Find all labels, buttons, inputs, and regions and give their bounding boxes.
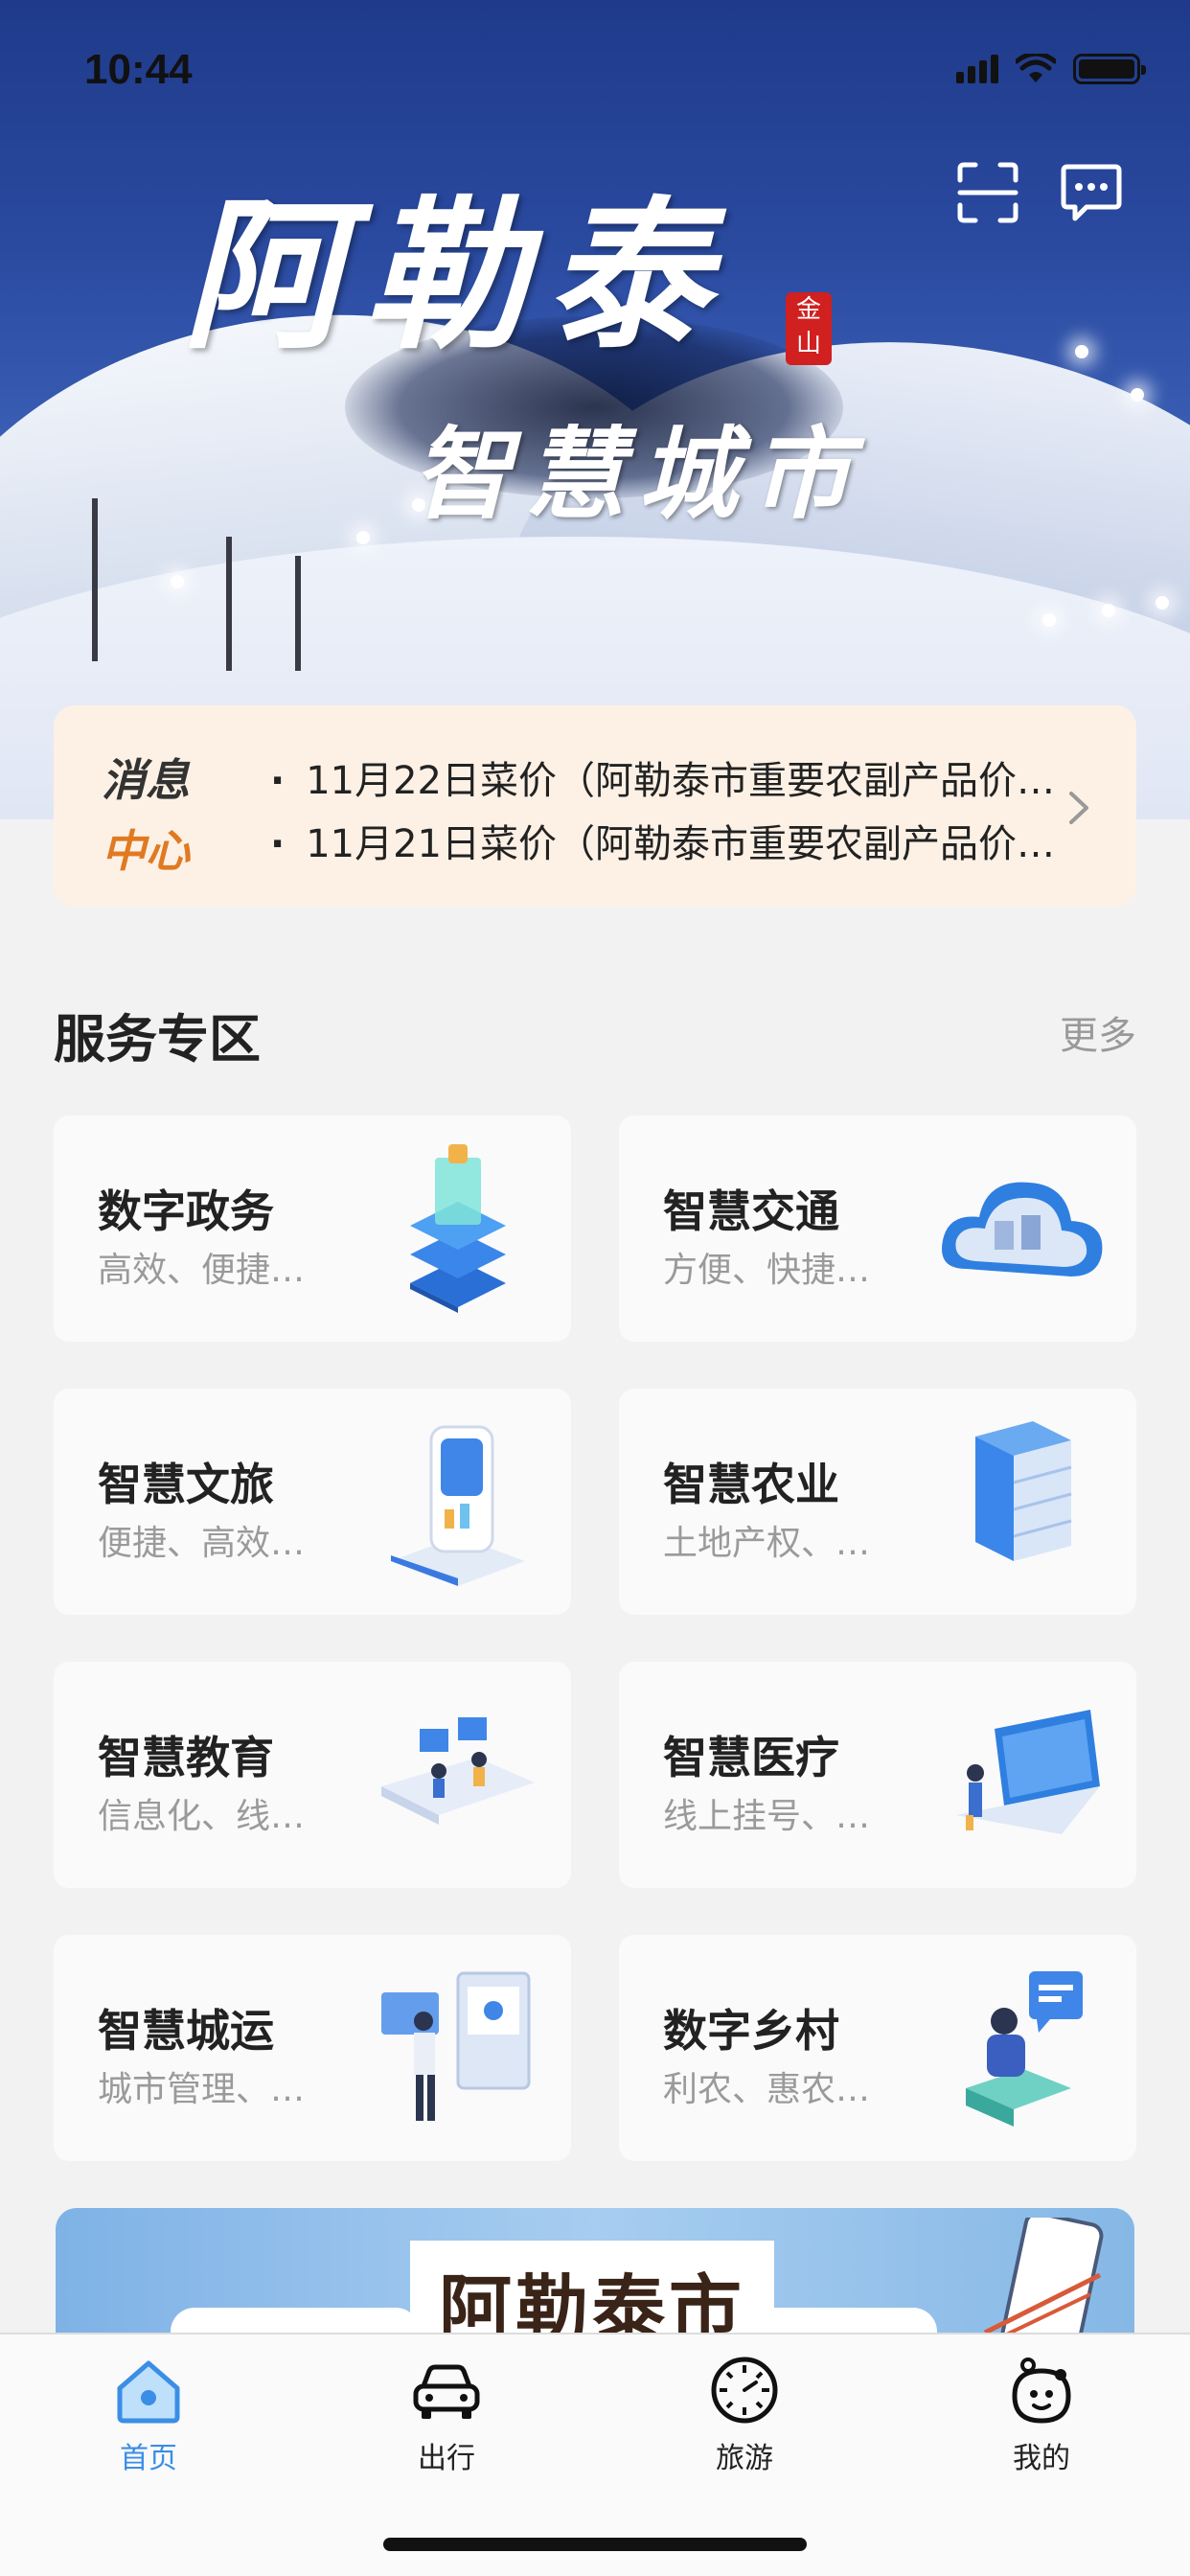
card-title: 智慧城运: [98, 2005, 274, 2057]
tab-label: 旅游: [716, 2442, 773, 2475]
service-card-smart-city-operation[interactable]: 智慧城运 城市管理、…: [54, 1935, 571, 2161]
lamp-light: [1075, 345, 1088, 358]
card-title: 数字政务: [98, 1185, 274, 1237]
card-subtitle: 高效、便捷…: [98, 1251, 306, 1290]
cellular-signal-icon: [956, 55, 998, 83]
card-title: 数字乡村: [663, 2005, 839, 2057]
classroom-desk-icon: [381, 1717, 535, 1825]
profile-icon: [1012, 2358, 1071, 2424]
lamp-light: [1156, 596, 1169, 610]
lamp-light: [1042, 613, 1056, 627]
tab-home[interactable]: 首页: [72, 2354, 225, 2476]
car-icon: [413, 2364, 480, 2419]
tab-tourism[interactable]: 旅游: [668, 2354, 821, 2476]
service-card-smart-medical[interactable]: 智慧医疗 线上挂号、…: [619, 1662, 1136, 1888]
tab-travel[interactable]: 出行: [370, 2354, 523, 2476]
card-title: 智慧医疗: [663, 1732, 839, 1783]
card-subtitle: 利农、惠农…: [663, 2070, 871, 2109]
card-subtitle: 方便、快捷…: [663, 1251, 871, 1290]
lamp-light: [356, 531, 370, 544]
card-title: 智慧农业: [663, 1459, 839, 1510]
battery-icon: [1073, 54, 1146, 84]
phone-kiosk-icon: [391, 1425, 525, 1586]
seal-stamp: 金山: [786, 292, 832, 365]
laptop-icon: [956, 1710, 1100, 1834]
card-subtitle: 便捷、高效…: [98, 1524, 306, 1563]
wifi-icon: [1016, 54, 1056, 82]
card-title: 智慧教育: [98, 1732, 274, 1783]
home-icon: [117, 2360, 180, 2424]
lamp-pole: [226, 537, 232, 671]
message-center-label: 消息: [102, 754, 190, 806]
tab-label: 首页: [120, 2442, 177, 2475]
message-center-label-highlight: 中心: [102, 825, 190, 877]
status-icons: [956, 54, 1146, 84]
reading-person-icon: [966, 1971, 1083, 2127]
tab-label: 出行: [418, 2442, 475, 2475]
service-card-smart-traffic[interactable]: 智慧交通 方便、快捷…: [619, 1116, 1136, 1342]
kiosk-worker-icon: [381, 1971, 531, 2121]
notice-item[interactable]: 11月22日菜价（阿勒泰市重要农副产品价格）: [270, 749, 1075, 805]
scan-icon[interactable]: [956, 161, 1019, 224]
section-title: 服务专区: [54, 1009, 261, 1070]
hero-banner: 阿勒泰 金山 智慧城市: [0, 0, 1190, 819]
notice-item[interactable]: 11月21日菜价（阿勒泰市重要农副产品价格）: [270, 813, 1075, 868]
lamp-light: [171, 575, 184, 588]
lamp-pole: [92, 498, 98, 661]
server-rack-icon: [975, 1421, 1072, 1561]
card-subtitle: 城市管理、…: [98, 2070, 306, 2109]
message-center[interactable]: 消息 中心 11月22日菜价（阿勒泰市重要农副产品价格） 11月21日菜价（阿勒…: [54, 705, 1136, 907]
banner-title: 阿勒泰市: [410, 2241, 774, 2333]
stacked-layers-icon: [410, 1144, 506, 1313]
lamp-light: [1131, 388, 1144, 402]
card-title: 智慧文旅: [98, 1459, 274, 1510]
cloud-shape: [171, 2308, 420, 2333]
service-card-smart-education[interactable]: 智慧教育 信息化、线…: [54, 1662, 571, 1888]
card-subtitle: 线上挂号、…: [663, 1797, 871, 1836]
card-subtitle: 信息化、线…: [98, 1797, 306, 1836]
service-card-digital-government[interactable]: 数字政务 高效、便捷…: [54, 1116, 571, 1342]
compass-icon: [711, 2357, 778, 2424]
message-icon[interactable]: [1060, 161, 1123, 224]
home-indicator[interactable]: [383, 2538, 807, 2551]
card-title: 智慧交通: [663, 1185, 839, 1237]
phone-illustration: [983, 2218, 1104, 2333]
tab-profile[interactable]: 我的: [965, 2354, 1118, 2476]
service-card-smart-agriculture[interactable]: 智慧农业 土地产权、…: [619, 1389, 1136, 1615]
tab-label: 我的: [1013, 2442, 1070, 2475]
service-card-digital-village[interactable]: 数字乡村 利农、惠农…: [619, 1935, 1136, 2161]
hero-subtitle: 智慧城市: [412, 415, 865, 533]
hero-title: 阿勒泰: [182, 180, 729, 372]
status-time: 10:44: [84, 46, 193, 93]
lamp-pole: [295, 556, 301, 671]
city-banner[interactable]: 阿勒泰市: [56, 2208, 1134, 2333]
chevron-right-icon[interactable]: [1067, 790, 1090, 826]
service-card-smart-tourism[interactable]: 智慧文旅 便捷、高效…: [54, 1389, 571, 1615]
lamp-light: [1102, 604, 1115, 617]
more-link[interactable]: 更多: [1060, 1004, 1136, 1060]
cloud-icon: [942, 1182, 1103, 1276]
card-subtitle: 土地产权、…: [663, 1524, 871, 1563]
